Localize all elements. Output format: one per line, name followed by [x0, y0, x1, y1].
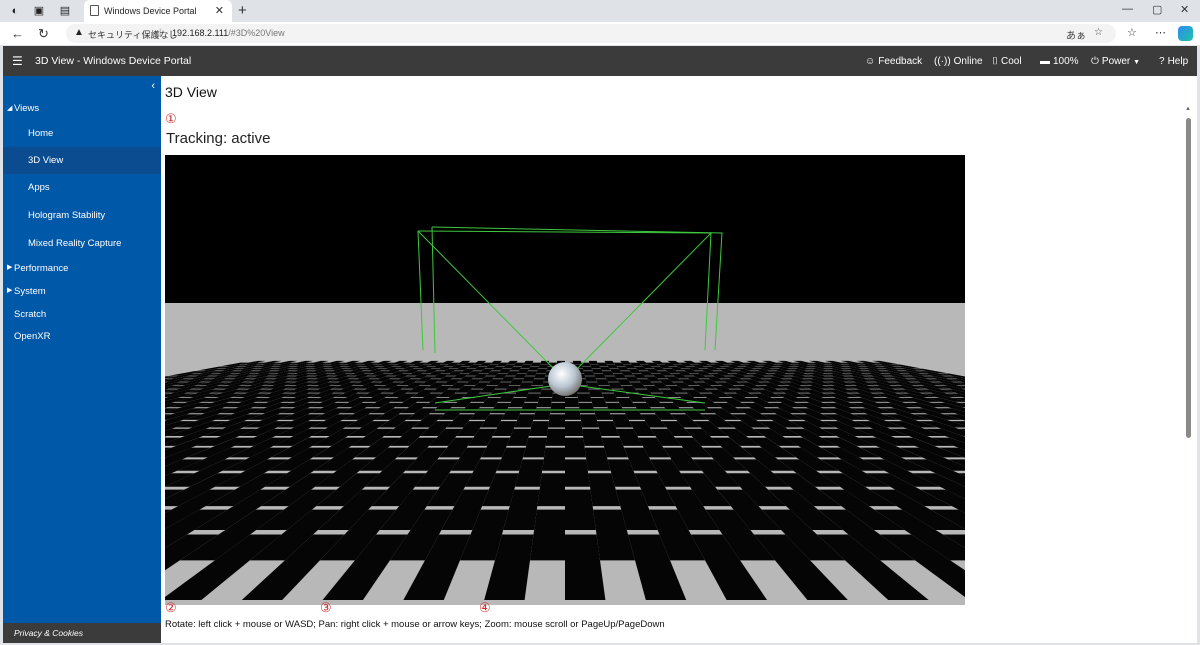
sidebar-group-system[interactable]: ▶ System	[3, 279, 161, 301]
sidebar-item-label: Apps	[28, 182, 50, 193]
close-tab-icon[interactable]: ✕	[215, 4, 224, 17]
page-title: 3D View	[165, 84, 217, 100]
sidebar-item-label: OpenXR	[14, 331, 51, 342]
battery-status[interactable]: ▬ 100%	[1040, 56, 1079, 67]
favorites-icon[interactable]: ☆	[1127, 26, 1137, 39]
controls-help-text: Rotate: left click + mouse or WASD; Pan:…	[165, 619, 665, 630]
page-icon	[90, 5, 99, 16]
extensions-icon[interactable]: ⋯	[1155, 26, 1166, 39]
privacy-label: Privacy & Cookies	[14, 628, 83, 638]
battery-label: 100%	[1053, 56, 1079, 67]
thermal-label: Cool	[1001, 56, 1022, 67]
divider: |	[159, 27, 162, 37]
feedback-button[interactable]: ☺ Feedback	[865, 56, 922, 67]
sidebar-group-label: System	[14, 286, 46, 297]
sidebar-item-scratch[interactable]: Scratch	[3, 302, 161, 324]
power-label: Power	[1101, 56, 1131, 67]
feedback-label: Feedback	[878, 56, 923, 67]
annotation-marker-2: ②	[165, 600, 177, 615]
sidebar-group-label: Performance	[14, 263, 69, 274]
sidebar-group-performance[interactable]: ▶ Performance	[3, 256, 161, 278]
main-content: 3D View ① Tracking: active ② ③ ④ Rotate:…	[161, 76, 1197, 643]
hamburger-icon[interactable]: ☰	[12, 54, 23, 68]
sidebar-item-label: Scratch	[14, 309, 47, 320]
tab-title: Windows Device Portal	[104, 6, 197, 16]
sidebar-group-views[interactable]: ◢ Views	[3, 96, 161, 120]
warning-icon: ▲	[74, 27, 84, 38]
scroll-up-icon[interactable]: ▲	[1185, 106, 1191, 112]
help-button[interactable]: ? Help	[1159, 56, 1188, 67]
app-header: ☰ 3D View - Windows Device Portal ☺ Feedb…	[3, 46, 1197, 76]
new-tab-button[interactable]: +	[238, 2, 247, 19]
thermal-status[interactable]: ⌷ Cool	[992, 56, 1022, 67]
device-sphere	[548, 362, 582, 396]
privacy-cookies-link[interactable]: Privacy & Cookies	[3, 623, 161, 643]
feedback-icon: ☺	[865, 56, 876, 67]
profile-icon[interactable]: ◐	[8, 4, 22, 18]
caret-right-icon: ▶	[7, 264, 13, 271]
url-host: 192.168.2.111	[172, 28, 229, 38]
power-menu[interactable]: ⏻ Power ▼	[1091, 56, 1140, 67]
help-label: Help	[1167, 56, 1189, 67]
back-icon[interactable]: ←	[11, 26, 24, 41]
address-bar-row: ← ↻ ▲ セキュリティ保護なし | 192.168.2.111/#3D%20V…	[0, 22, 1200, 45]
tracking-status: Tracking: active	[166, 130, 271, 147]
app-title: 3D View - Windows Device Portal	[35, 55, 192, 67]
favorite-star-icon[interactable]: ☆	[1094, 27, 1103, 38]
chevron-down-icon: ▼	[1133, 59, 1140, 66]
annotation-marker-4: ④	[479, 600, 491, 615]
scrollbar-thumb[interactable]	[1186, 118, 1191, 438]
browser-tab[interactable]: Windows Device Portal ✕	[84, 0, 232, 22]
power-icon: ⏻	[1091, 56, 1099, 67]
sidebar: ‹ ◢ Views Home 3D View Apps Hologram Sta…	[3, 76, 161, 643]
sidebar-item-label: Home	[28, 128, 54, 139]
floor-grid	[165, 303, 965, 605]
security-label[interactable]: セキュリティ保護なし	[88, 28, 177, 41]
tab-actions-icon[interactable]: ▤	[58, 4, 72, 18]
url-text: 192.168.2.111/#3D%20View	[172, 28, 285, 38]
3d-scene	[165, 155, 965, 605]
close-window-icon[interactable]: ✕	[1180, 3, 1189, 16]
sidebar-item-home[interactable]: Home	[3, 120, 161, 147]
url-field[interactable]: ▲ セキュリティ保護なし | 192.168.2.111/#3D%20View …	[66, 24, 1116, 43]
maximize-icon[interactable]: ▢	[1152, 3, 1162, 16]
sidebar-item-openxr[interactable]: OpenXR	[3, 324, 161, 346]
sidebar-item-apps[interactable]: Apps	[3, 174, 161, 201]
help-icon: ?	[1159, 56, 1165, 67]
browser-tab-bar: ◐ ▣ ▤ Windows Device Portal ✕ + — ▢ ✕	[0, 0, 1200, 22]
online-icon: ((·))	[934, 56, 951, 67]
sidebar-item-mixed-reality-capture[interactable]: Mixed Reality Capture	[3, 228, 161, 255]
online-status[interactable]: ((·)) Online	[934, 56, 983, 67]
battery-icon: ▬	[1040, 56, 1050, 67]
collapse-sidebar-icon[interactable]: ‹	[151, 80, 155, 92]
sky	[165, 155, 965, 303]
minimize-icon[interactable]: —	[1122, 3, 1133, 15]
refresh-icon[interactable]: ↻	[38, 26, 49, 42]
online-label: Online	[953, 56, 983, 67]
workspaces-icon[interactable]: ▣	[32, 4, 46, 18]
annotation-marker-3: ③	[320, 600, 332, 615]
url-path: /#3D%20View	[228, 28, 285, 38]
sidebar-item-label: Mixed Reality Capture	[28, 238, 122, 249]
sidebar-item-label: 3D View	[28, 155, 64, 166]
caret-down-icon: ◢	[7, 105, 13, 112]
sidebar-group-label: Views	[14, 103, 40, 114]
read-aloud-icon[interactable]: あぁ	[1066, 27, 1086, 42]
sidebar-item-label: Hologram Stability	[28, 210, 106, 221]
copilot-icon[interactable]	[1178, 26, 1193, 41]
thermal-icon: ⌷	[992, 56, 998, 67]
sidebar-item-hologram-stability[interactable]: Hologram Stability	[3, 201, 161, 228]
caret-right-icon: ▶	[7, 287, 13, 294]
3d-viewport[interactable]	[165, 155, 965, 605]
annotation-marker-1: ①	[165, 111, 177, 126]
sidebar-item-3d-view[interactable]: 3D View	[3, 147, 161, 174]
